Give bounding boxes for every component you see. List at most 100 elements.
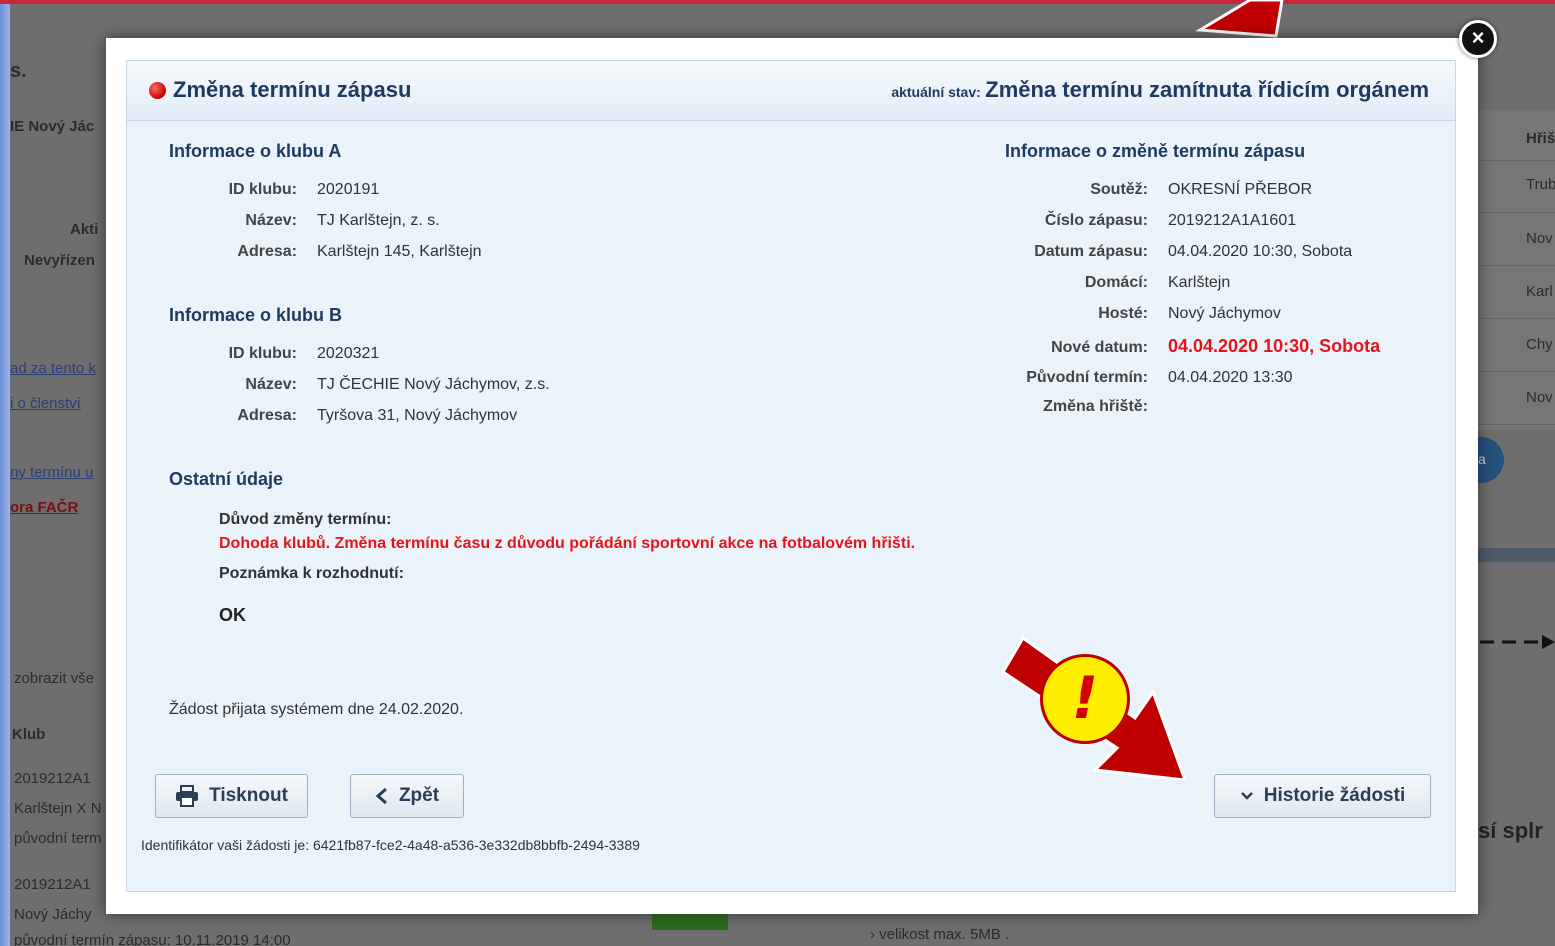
bg-link-1[interactable]: ad za tento k [10, 360, 96, 377]
value: TJ ČECHIE Nový Jáchymov, z.s. [317, 376, 550, 393]
label: Číslo zápasu: [1044, 212, 1148, 229]
bg-plni-text: sí splr [1478, 818, 1543, 843]
request-panel: Změna termínu zápasu aktuální stav: Změn… [126, 60, 1456, 892]
label: ID klubu: [228, 181, 297, 198]
label: Nové datum: [1051, 339, 1148, 356]
bg-row1-original: původní term [14, 830, 102, 847]
divider [1470, 212, 1555, 213]
value: 2020321 [317, 345, 380, 362]
bg-link-4[interactable]: ora FAČR [10, 499, 78, 516]
guest-team: Hosté: Nový Jáchymov [995, 305, 1281, 323]
close-button[interactable]: × [1459, 20, 1497, 58]
note-value: OK [219, 605, 246, 625]
label: Domácí: [1084, 274, 1148, 291]
divider [1470, 265, 1555, 266]
pointer-arrow-icon [1195, 0, 1284, 38]
bg-club-header: Klub [12, 726, 46, 743]
bg-right-row: Karl [1526, 283, 1553, 300]
field-change: Změna hřiště: [995, 398, 1148, 416]
bg-link-2[interactable]: i o členství [10, 395, 81, 412]
divider [1470, 424, 1555, 425]
bg-akti: Akti [70, 221, 99, 238]
value: 04.04.2020 13:30 [1168, 369, 1293, 386]
club-a-name: Název: TJ Karlštejn, z. s. [169, 212, 440, 230]
label: Hosté: [1098, 305, 1148, 322]
panel-header: Změna termínu zápasu aktuální stav: Změn… [127, 61, 1455, 121]
other-heading: Ostatní údaje [169, 469, 284, 489]
bg-club: IE Nový Jác [10, 118, 95, 135]
bg-row2-teams: Nový Jáchy [14, 906, 92, 923]
bg-link-3[interactable]: ny termínu u [10, 464, 93, 481]
label: Změna hřiště: [1043, 398, 1148, 415]
chevron-left-icon [375, 787, 387, 805]
back-label: Zpět [398, 785, 440, 806]
value: OKRESNÍ PŘEBOR [1168, 181, 1313, 198]
history-button[interactable]: Historie žádosti [1214, 774, 1431, 818]
club-b-name: Název: TJ ČECHIE Nový Jáchymov, z.s. [169, 376, 550, 394]
bg-size-note: › velikost max. 5MB . [870, 926, 1010, 943]
bg-row1-teams: Karlštejn X N [14, 800, 102, 817]
bg-nevyrizen: Nevyřízen [24, 252, 95, 269]
bg-right-table [1470, 110, 1555, 430]
competition: Soutěž: OKRESNÍ PŘEBOR [995, 181, 1312, 199]
bg-row2-code: 2019212A1 [14, 876, 91, 893]
bg-right-row: Trub [1526, 176, 1555, 193]
request-detail-modal: Změna termínu zápasu aktuální stav: Změn… [106, 38, 1478, 914]
bg-right-row: Nov [1526, 389, 1553, 406]
label: Soutěž: [1090, 181, 1148, 198]
new-date: Nové datum: 04.04.2020 10:30, Sobota [995, 336, 1380, 357]
status-dot-icon [149, 82, 166, 99]
divider [1470, 371, 1555, 372]
bg-right-row: Chy [1526, 336, 1553, 353]
value: 04.04.2020 10:30, Sobota [1168, 243, 1353, 260]
print-label: Tisknout [209, 785, 288, 806]
change-heading: Informace o změně termínu zápasu [1005, 141, 1306, 161]
dashed-arrow-icon [1480, 635, 1555, 649]
note-label: Poznámka k rozhodnutí: [219, 565, 404, 582]
bg-show-all[interactable]: zobrazit vše [14, 670, 94, 687]
reason-value: Dohoda klubů. Změna termínu času z důvod… [219, 535, 916, 552]
reason-label: Důvod změny termínu: [219, 511, 392, 528]
history-label: Historie žádosti [1263, 785, 1406, 806]
state-label: aktuální stav: [891, 84, 981, 100]
value: Karlštejn 145, Karlštejn [317, 243, 482, 260]
received-text: Žádost přijata systémem dne 24.02.2020. [169, 701, 464, 718]
bg-row2-original: původní termín zápasu: 10.11.2019 14:00 [14, 932, 291, 946]
club-b-id: ID klubu: 2020321 [169, 345, 380, 363]
bg-right-row: Nov [1526, 230, 1553, 247]
label: Adresa: [237, 407, 297, 424]
bg-right-header: Hřiš [1526, 130, 1555, 147]
back-button[interactable]: Zpět [350, 774, 464, 818]
club-a-heading: Informace o klubu A [169, 141, 342, 161]
club-a-address: Adresa: Karlštejn 145, Karlštejn [169, 243, 482, 261]
modal-title: Změna termínu zápasu [173, 77, 412, 102]
label: Původní termín: [1026, 369, 1148, 386]
label: Název: [245, 212, 297, 229]
value: 2020191 [317, 181, 380, 198]
chevron-down-icon [1240, 792, 1253, 800]
label: ID klubu: [228, 345, 297, 362]
value: TJ Karlštejn, z. s. [317, 212, 440, 229]
divider [1470, 160, 1555, 161]
club-b-heading: Informace o klubu B [169, 305, 343, 325]
match-date: Datum zápasu: 04.04.2020 10:30, Sobota [995, 243, 1352, 261]
divider [1470, 318, 1555, 319]
current-state: aktuální stav: Změna termínu zamítnuta ř… [891, 77, 1429, 103]
label: Adresa: [237, 243, 297, 260]
label: Název: [245, 376, 297, 393]
bg-row1-code: 2019212A1 [14, 770, 91, 787]
value: 04.04.2020 10:30, Sobota [1168, 336, 1381, 356]
value: Tyršova 31, Nový Jáchymov [317, 407, 518, 424]
bg-title: s. [10, 60, 27, 82]
value: 2019212A1A1601 [1168, 212, 1297, 229]
home-team: Domácí: Karlštejn [995, 274, 1230, 292]
value: Nový Jáchymov [1168, 305, 1281, 322]
match-number: Číslo zápasu: 2019212A1A1601 [995, 212, 1296, 230]
warning-icon: ! [1040, 654, 1130, 744]
club-b-address: Adresa: Tyršova 31, Nový Jáchymov [169, 407, 517, 425]
value: Karlštejn [1168, 274, 1231, 291]
print-button[interactable]: Tisknout [155, 774, 308, 818]
original-date: Původní termín: 04.04.2020 13:30 [995, 369, 1293, 387]
printer-icon [176, 785, 199, 807]
club-a-id: ID klubu: 2020191 [169, 181, 380, 199]
